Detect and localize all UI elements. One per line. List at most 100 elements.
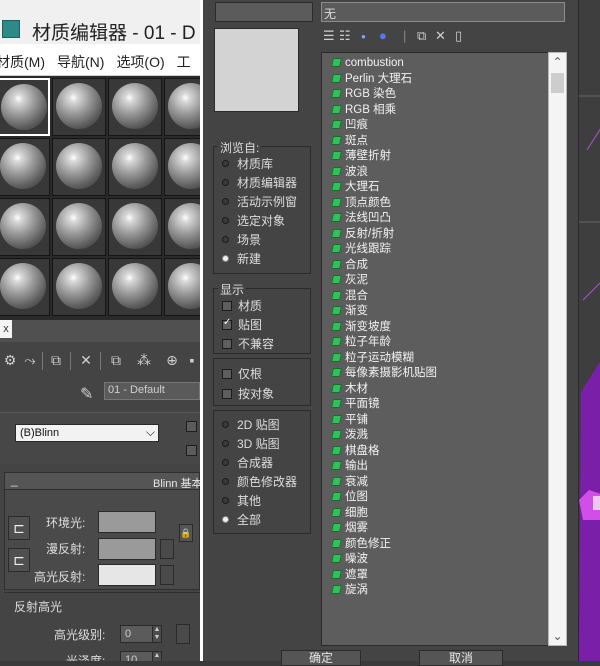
list-item[interactable]: 噪波 [331,552,368,567]
diffuse-map-button[interactable] [160,539,174,559]
list-item[interactable]: 木材 [331,382,368,397]
list-item[interactable]: 薄壁折射 [331,149,391,164]
list-scrollbar[interactable]: ⌃ ⌄ [548,52,567,646]
list-item[interactable]: 位图 [331,490,368,505]
sample-slot[interactable] [108,78,162,136]
list-item[interactable]: 泼溅 [331,428,368,443]
browse-from-option[interactable]: 场景 [222,231,261,248]
cancel-button[interactable]: 取消 [419,650,503,666]
list-item[interactable]: 颜色修正 [331,537,391,552]
map-type-option[interactable]: 2D 贴图 [222,416,280,433]
sample-slot[interactable] [108,138,162,196]
sample-slot[interactable] [164,198,200,256]
list-item[interactable]: 每像素摄影机贴图 [331,366,437,381]
put-to-scene-icon[interactable]: ⤳ [22,352,38,368]
shader-dropdown[interactable]: (B)Blinn ⌵ [15,424,159,442]
show-maps-checkbox[interactable]: 贴图 [222,316,262,333]
list-item[interactable]: 输出 [331,459,368,474]
sample-slot[interactable] [0,78,50,136]
blinn-rollout-header[interactable]: _ Blinn 基本 [4,472,200,490]
list-item[interactable]: 反射/折射 [331,227,394,242]
list-item[interactable]: Perlin 大理石 [331,72,412,87]
reset-map-icon[interactable]: ✕ [78,352,94,368]
scrollbar-thumb[interactable] [551,73,564,93]
list-item[interactable]: 粒子年龄 [331,335,391,350]
list-item[interactable]: 波浪 [331,165,368,180]
wire-checkbox[interactable] [186,421,197,432]
assign-material-icon[interactable]: ⧉ [48,352,64,368]
list-item[interactable]: 烟雾 [331,521,368,536]
list-item[interactable]: 棋盘格 [331,444,380,459]
list-item[interactable]: 合成 [331,258,368,273]
list-item[interactable]: 渐变坡度 [331,320,391,335]
get-material-icon[interactable]: ⚙ [2,352,18,368]
map-type-option[interactable]: 其他 [222,492,261,509]
material-id-icon[interactable]: ▪ [184,352,200,368]
list-item[interactable]: 混合 [331,289,368,304]
view-list-icons-icon[interactable]: ☷ [339,28,351,44]
map-type-list[interactable]: combustion Perlin 大理石 RGB 染色 RGB 相乘 凹痕 斑… [321,52,567,646]
browse-from-option[interactable]: 活动示例窗 [222,193,297,210]
map-type-option[interactable]: 合成器 [222,454,273,471]
ambient-color-swatch[interactable] [98,511,156,533]
by-object-checkbox[interactable]: 按对象 [222,385,274,402]
specular-map-button[interactable] [160,565,174,585]
menu-material[interactable]: 材质(M) [0,44,53,72]
map-type-option[interactable]: 3D 贴图 [222,435,280,452]
menu-options[interactable]: 选项(O) [112,44,172,72]
spinner-arrows-icon[interactable]: ▲▼ [152,625,162,643]
scroll-up-icon[interactable]: ⌃ [549,53,566,71]
list-item[interactable]: 光线跟踪 [331,242,391,257]
viewport[interactable] [578,0,600,661]
browse-from-option[interactable]: 材质库 [222,155,273,172]
diffuse-specular-lock-button[interactable]: ⊏ [8,548,30,572]
menu-navigation[interactable]: 导航(N) [53,44,112,72]
list-item[interactable]: 大理石 [331,180,380,195]
diffuse-color-swatch[interactable] [98,538,156,560]
lock-icon[interactable]: 🔒 [179,524,193,542]
selected-map-name-field[interactable]: 无 [321,2,565,22]
browse-from-option[interactable]: 新建 [222,250,261,267]
ambient-diffuse-lock-button[interactable]: ⊏ [8,516,30,540]
menu-utilities[interactable]: 工 [173,44,199,72]
delete-from-library-icon[interactable]: ✕ [435,28,446,44]
make-unique-icon[interactable]: ⁂ [136,352,152,368]
list-item[interactable]: 凹痕 [331,118,368,133]
list-item[interactable]: RGB 染色 [331,87,396,102]
browse-from-option[interactable]: 材质编辑器 [222,174,297,191]
face-map-checkbox[interactable] [186,445,197,456]
update-scene-materials-icon[interactable]: ⧉ [417,28,426,44]
view-list-icon[interactable]: ☰ [323,28,335,44]
sample-slot[interactable] [0,138,50,196]
root-only-checkbox[interactable]: 仅根 [222,365,262,382]
sample-slot[interactable] [108,258,162,316]
sample-slot[interactable] [164,78,200,136]
list-item[interactable]: 斑点 [331,134,368,149]
list-item[interactable]: 灰泥 [331,273,368,288]
sample-slot[interactable] [164,138,200,196]
sample-slot[interactable] [52,138,106,196]
list-item[interactable]: 旋涡 [331,583,368,598]
sample-slot[interactable] [52,258,106,316]
ok-button[interactable]: 确定 [281,650,361,666]
browse-from-option[interactable]: 选定对象 [222,212,285,229]
sample-slot[interactable] [52,78,106,136]
sample-slot[interactable] [164,258,200,316]
specular-color-swatch[interactable] [98,564,156,586]
list-item[interactable]: combustion [331,56,404,71]
sample-slot[interactable] [0,198,50,256]
list-item[interactable]: RGB 相乘 [331,103,396,118]
list-item[interactable]: 渐变 [331,304,368,319]
list-item[interactable]: 衰减 [331,475,368,490]
list-item[interactable]: 法线凹凸 [331,211,391,226]
clear-material-library-icon[interactable]: ▯ [455,28,462,44]
list-item[interactable]: 平面镜 [331,397,380,412]
close-icon[interactable]: x [0,320,12,338]
view-small-icons-icon[interactable]: ● [361,32,366,41]
show-materials-checkbox[interactable]: 材质 [222,297,262,314]
sample-slot[interactable] [52,198,106,256]
scroll-down-icon[interactable]: ⌄ [549,627,566,645]
copy-material-icon[interactable]: ⧉ [108,352,124,368]
specular-level-map-button[interactable] [176,624,190,644]
list-item[interactable]: 平铺 [331,413,368,428]
